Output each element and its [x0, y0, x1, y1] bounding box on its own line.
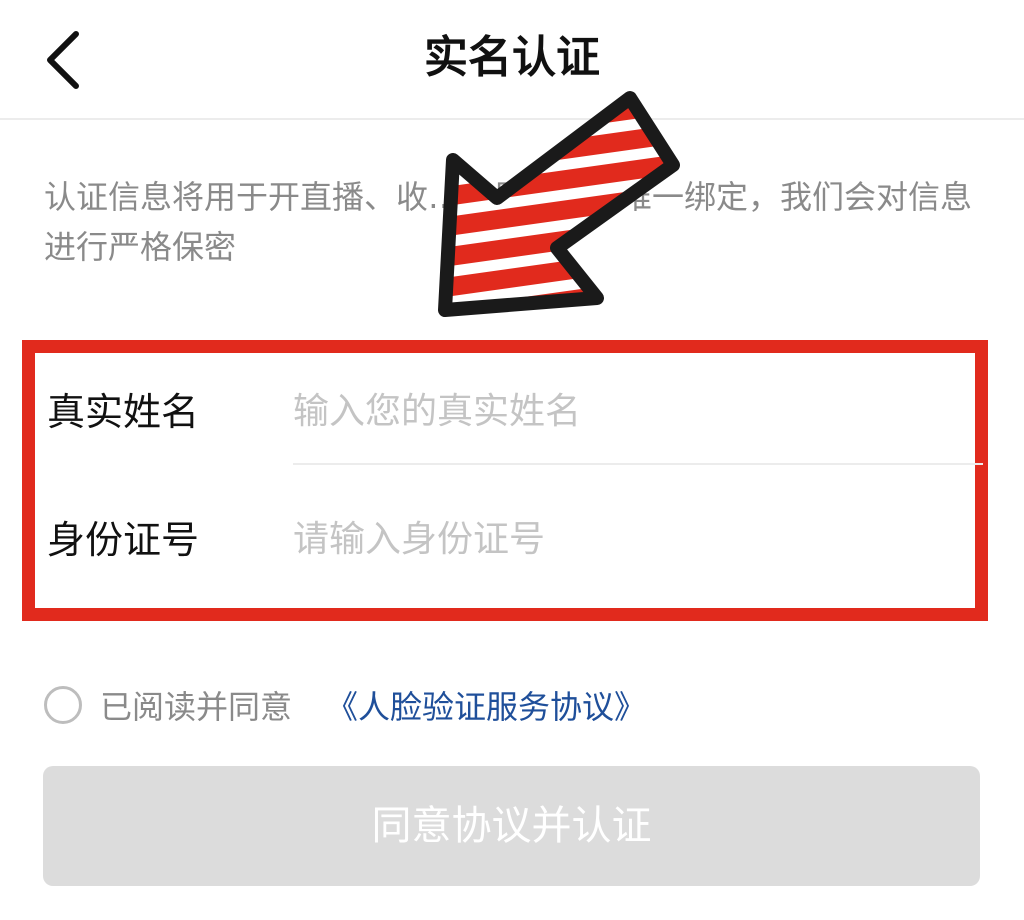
id-label: 身份证号	[47, 518, 200, 562]
row-divider	[293, 463, 983, 465]
name-label: 真实姓名	[47, 390, 200, 434]
agreement-link[interactable]: 《人脸验证服务协议》	[326, 684, 646, 730]
agree-text: 已阅读并同意	[100, 688, 293, 726]
pointer-arrow-icon	[438, 91, 680, 317]
name-row: 真实姓名	[35, 353, 983, 481]
real-name-input[interactable]	[293, 381, 953, 441]
agreement-row: 已阅读并同意 《人脸验证服务协议》	[44, 684, 844, 734]
agree-radio[interactable]	[44, 686, 82, 724]
id-number-input[interactable]	[293, 509, 953, 569]
identity-form: 真实姓名 身份证号	[22, 340, 988, 621]
id-row: 身份证号	[35, 481, 975, 609]
agree-and-verify-button[interactable]: 同意协议并认证	[43, 766, 980, 886]
